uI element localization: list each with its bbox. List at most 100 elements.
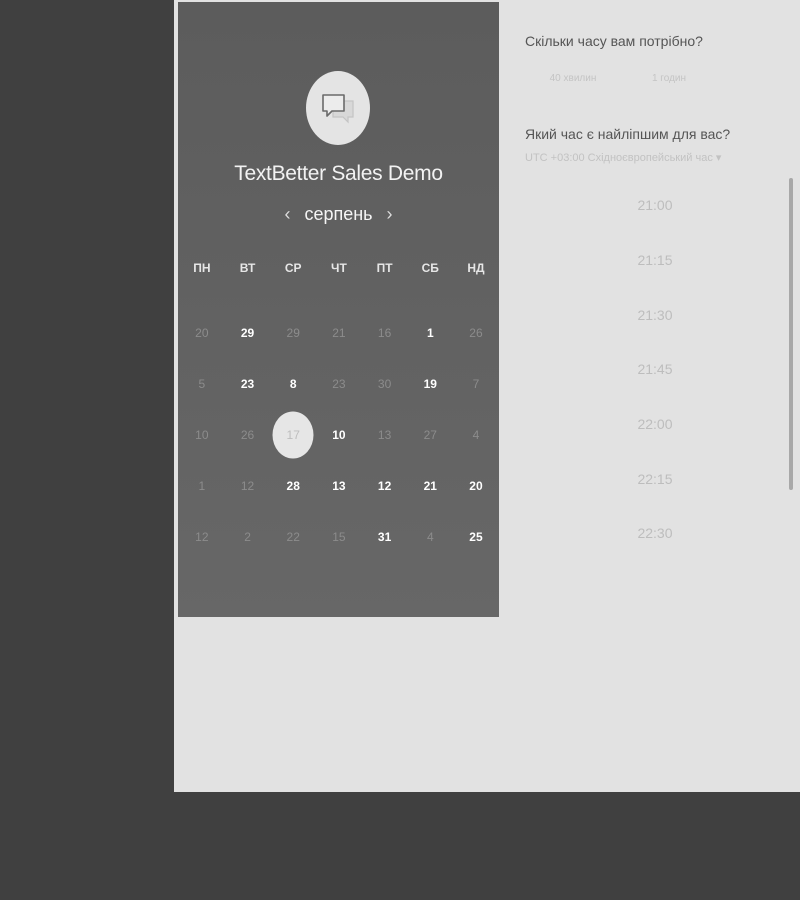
day-number: 28 — [286, 478, 300, 493]
day-cell: 10 — [179, 409, 225, 460]
day-cell[interactable]: 20 — [453, 460, 499, 511]
day-number: 1 — [198, 478, 206, 493]
day-cell[interactable]: 13 — [316, 460, 362, 511]
day-number: 20 — [469, 478, 483, 493]
weekday-label: ПТ — [376, 261, 393, 275]
day-number: 2 — [244, 529, 251, 544]
day-cell[interactable]: 28 — [270, 460, 316, 511]
day-cell[interactable]: 23 — [225, 358, 271, 409]
weekday-label: ЧТ — [331, 261, 347, 275]
time-slot[interactable]: 22:30 — [525, 506, 785, 561]
day-cell: 13 — [362, 409, 408, 460]
day-number: 12 — [195, 529, 209, 544]
time-slot[interactable]: 21:15 — [525, 233, 785, 288]
time-slot[interactable]: 21:45 — [525, 342, 785, 397]
day-number: 26 — [469, 325, 483, 340]
day-grid: 20 29 29 21 16 1 26 5 23 8 23 30 19 7 10 26 17 10 13 27 4 1 12… — [178, 307, 499, 562]
day-cell: 21 — [316, 307, 362, 358]
duration-question: Скільки часу вам потрібно? — [525, 33, 703, 49]
day-number: 16 — [377, 325, 392, 340]
next-month-icon[interactable]: › — [387, 204, 393, 225]
day-cell[interactable]: 8 — [270, 358, 316, 409]
day-number: 13 — [377, 427, 392, 442]
day-cell: 4 — [453, 409, 499, 460]
day-cell[interactable]: 29 — [225, 307, 271, 358]
day-number: 10 — [195, 427, 209, 442]
logo — [306, 71, 370, 145]
month-navigation: ‹ серпень › — [178, 204, 499, 225]
prev-month-icon[interactable]: ‹ — [284, 204, 290, 225]
day-number: 4 — [472, 427, 480, 442]
day-cell-selected: 17 — [270, 409, 316, 460]
day-cell[interactable]: 31 — [362, 511, 408, 562]
weekday-label: СР — [284, 261, 302, 275]
day-number: 23 — [240, 376, 255, 391]
time-question: Який час є найліпшим для вас? — [525, 126, 731, 142]
day-number: 31 — [377, 529, 392, 544]
chat-bubbles-icon — [322, 94, 354, 124]
day-number: 10 — [332, 427, 346, 442]
time-slot[interactable]: 21:00 — [525, 178, 785, 233]
day-cell: 30 — [362, 358, 408, 409]
day-cell: 26 — [225, 409, 271, 460]
month-label: серпень — [304, 204, 373, 224]
day-number: 8 — [289, 376, 297, 391]
day-cell: 2 — [225, 511, 271, 562]
day-cell: 16 — [362, 307, 408, 358]
time-slot[interactable]: 22:00 — [525, 397, 785, 452]
day-cell: 1 — [179, 460, 225, 511]
day-number: 7 — [472, 376, 480, 391]
day-cell[interactable]: 19 — [407, 358, 453, 409]
time-slot-list: 21:00 21:15 21:30 21:45 22:00 22:15 22:3… — [525, 178, 785, 578]
day-number: 12 — [377, 478, 392, 493]
day-cell[interactable]: 12 — [362, 460, 408, 511]
duration-options: 40 хвилин 1 годин — [525, 73, 717, 84]
day-number: 22 — [286, 529, 300, 544]
day-number: 21 — [423, 478, 437, 493]
calendar-panel: TextBetter Sales Demo ‹ серпень › ПН ВТ … — [178, 2, 499, 617]
day-number: 12 — [240, 478, 255, 493]
day-number: 26 — [240, 427, 255, 442]
day-number: 5 — [198, 376, 206, 391]
event-title: TextBetter Sales Demo — [234, 162, 443, 185]
day-number: 29 — [286, 325, 300, 340]
day-cell: 23 — [316, 358, 362, 409]
day-cell: 29 — [270, 307, 316, 358]
day-number: 13 — [332, 478, 346, 493]
day-cell: 26 — [453, 307, 499, 358]
day-number: 20 — [195, 325, 209, 340]
day-cell[interactable]: 21 — [407, 460, 453, 511]
day-cell: 27 — [407, 409, 453, 460]
day-cell[interactable]: 10 — [316, 409, 362, 460]
day-number: 1 — [426, 325, 434, 340]
day-cell[interactable]: 25 — [453, 511, 499, 562]
day-cell: 5 — [179, 358, 225, 409]
day-number: 25 — [469, 529, 483, 544]
day-number: 27 — [423, 427, 437, 442]
timezone-dropdown[interactable]: UTC +03:00 Східноєвропейський час ▾ — [525, 151, 721, 164]
weekday-label: ВТ — [239, 261, 256, 275]
weekday-label: СБ — [421, 261, 439, 275]
day-cell: 22 — [270, 511, 316, 562]
day-cell: 12 — [225, 460, 271, 511]
weekday-label: ПН — [193, 261, 211, 275]
slots-scrollbar[interactable] — [789, 178, 793, 490]
weekday-header: ПН ВТ СР ЧТ ПТ СБ НД — [178, 261, 499, 275]
day-number: 23 — [332, 376, 346, 391]
day-cell: 7 — [453, 358, 499, 409]
day-number: 4 — [426, 529, 434, 544]
day-cell: 4 — [407, 511, 453, 562]
weekday-label: НД — [467, 261, 485, 275]
day-number: 29 — [240, 325, 255, 340]
day-cell: 12 — [179, 511, 225, 562]
day-number: 17 — [286, 427, 300, 442]
time-slot[interactable]: 21:30 — [525, 287, 785, 342]
day-number: 30 — [377, 376, 392, 391]
day-cell: 20 — [179, 307, 225, 358]
day-cell: 15 — [316, 511, 362, 562]
day-cell[interactable]: 1 — [407, 307, 453, 358]
time-slot[interactable]: 22:15 — [525, 451, 785, 506]
duration-option[interactable]: 1 годин — [621, 73, 717, 84]
duration-option[interactable]: 40 хвилин — [525, 73, 621, 84]
day-number: 19 — [423, 376, 437, 391]
